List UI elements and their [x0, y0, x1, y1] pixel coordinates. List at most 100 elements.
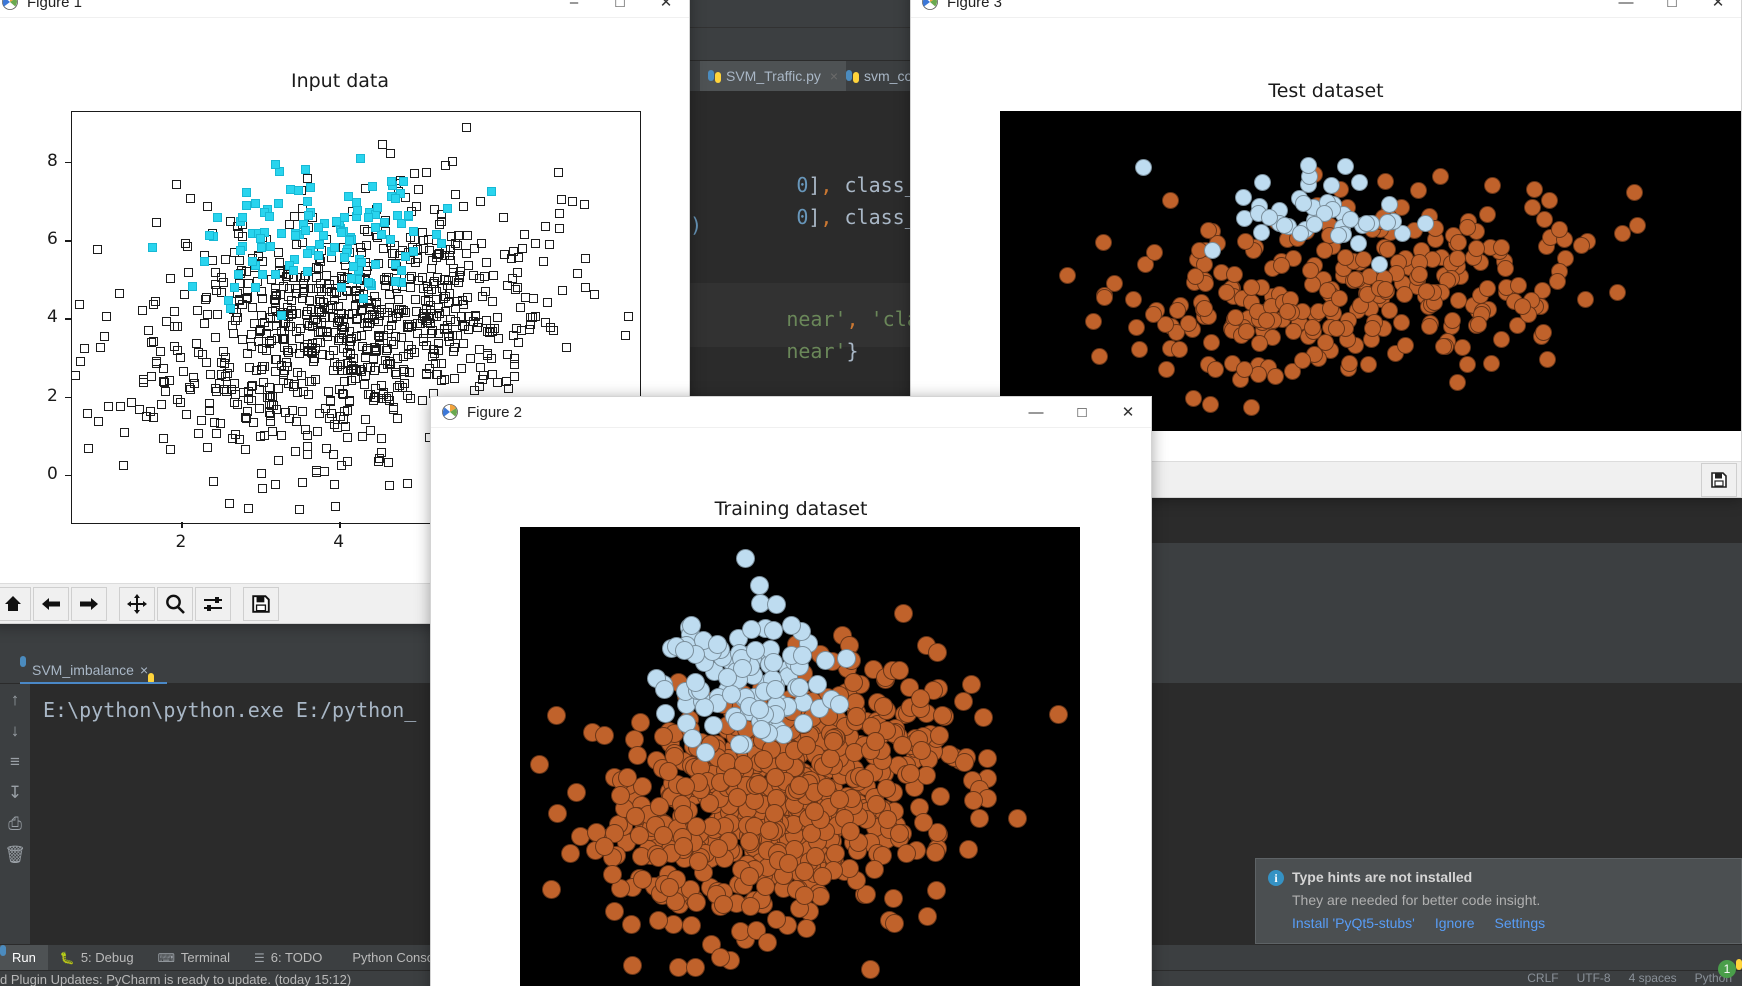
data-point-class0 [361, 352, 371, 362]
status-badge[interactable]: 1 [1718, 960, 1736, 978]
data-point-class1 [752, 719, 772, 739]
data-point-class0 [156, 400, 166, 410]
maximize-button[interactable]: □ [1059, 397, 1105, 428]
data-point-class0 [426, 264, 436, 274]
trash-icon[interactable]: 🗑 [0, 839, 30, 870]
figure2-window[interactable]: Figure 2 — □ ✕ Training dataset [430, 396, 1152, 986]
data-point-class0 [151, 296, 161, 306]
data-point-class1 [386, 177, 396, 187]
print-icon[interactable]: ⎙ [0, 808, 30, 839]
data-point-class0 [1049, 705, 1069, 725]
data-point-class0 [682, 915, 702, 935]
tool-button-run[interactable]: Run [0, 944, 48, 971]
data-point-class0 [275, 257, 285, 267]
tool-button-terminal[interactable]: ⌨ Terminal [146, 945, 242, 971]
minimize-button[interactable]: – [551, 0, 597, 18]
data-point-class1 [764, 621, 784, 641]
data-point-class0 [234, 255, 244, 265]
pan-move-icon[interactable] [119, 586, 155, 621]
maximize-button[interactable]: □ [597, 0, 643, 18]
forward-arrow-icon[interactable] [71, 586, 107, 621]
tool-button-debug[interactable]: 🐛 5: Debug [48, 945, 146, 971]
data-point-class0 [182, 410, 192, 420]
data-point-class0 [1226, 266, 1244, 284]
close-icon[interactable]: × [140, 662, 148, 678]
editor-tab-svm-traffic[interactable]: SVM_Traffic.py × [700, 61, 847, 91]
data-point-class0 [475, 196, 485, 206]
figure3-titlebar[interactable]: Figure 3 — □ ✕ [911, 0, 1741, 18]
data-point-class0 [158, 377, 168, 387]
data-point-class0 [309, 357, 319, 367]
data-point-class1 [302, 266, 312, 276]
data-point-class0 [481, 258, 491, 268]
data-point-class0 [437, 217, 447, 227]
figure2-canvas[interactable]: Training dataset [431, 428, 1151, 986]
data-point-class0 [1483, 354, 1501, 372]
run-tab-svm-imbalance[interactable]: SVM_imbalance × [20, 656, 154, 684]
data-point-class0 [621, 915, 641, 935]
data-point-class1 [358, 294, 368, 304]
arrow-up-icon[interactable]: ↑ [0, 684, 30, 715]
data-point-class0 [179, 290, 189, 300]
data-point-class0 [161, 316, 171, 326]
notification-subtitle: They are needed for better code insight. [1292, 892, 1541, 908]
close-button[interactable]: ✕ [1695, 0, 1741, 18]
minimize-button[interactable]: — [1603, 0, 1649, 18]
data-point-class0 [913, 813, 933, 833]
data-point-class1 [1350, 235, 1367, 253]
data-point-class0 [208, 256, 218, 266]
data-point-class0 [529, 755, 549, 775]
status-encoding[interactable]: UTF-8 [1577, 971, 1611, 985]
home-icon[interactable] [0, 586, 31, 621]
data-point-class0 [220, 385, 229, 395]
tool-button-label: Run [12, 950, 36, 965]
status-line-separator[interactable]: CRLF [1527, 971, 1558, 985]
save-disk-icon[interactable] [1701, 462, 1737, 497]
data-point-class0 [713, 894, 733, 914]
data-point-class0 [727, 787, 747, 807]
data-point-class0 [313, 427, 323, 437]
data-point-class0 [1449, 233, 1467, 251]
data-point-class1 [234, 270, 244, 280]
minimize-button[interactable]: — [1013, 397, 1059, 428]
data-point-class0 [243, 504, 253, 514]
scroll-to-end-icon[interactable]: ↧ [0, 777, 30, 808]
data-point-class0 [766, 909, 786, 929]
tool-button-todo[interactable]: ☰ 6: TODO [242, 945, 334, 971]
data-point-class0 [539, 257, 549, 267]
arrow-down-icon[interactable]: ↓ [0, 715, 30, 746]
maximize-button[interactable]: □ [1649, 0, 1695, 18]
data-point-class0 [212, 309, 222, 319]
status-indent[interactable]: 4 spaces [1629, 971, 1677, 985]
data-point-class0 [93, 245, 103, 255]
back-arrow-icon[interactable] [33, 586, 69, 621]
data-point-class0 [554, 167, 564, 177]
ignore-link[interactable]: Ignore [1435, 915, 1475, 931]
configure-subplots-icon[interactable] [195, 586, 231, 621]
figure3-canvas[interactable]: Test dataset [911, 18, 1741, 461]
zoom-magnifier-icon[interactable] [157, 586, 193, 621]
install-pyqt5-stubs-link[interactable]: Install 'PyQt5-stubs' [1292, 915, 1415, 931]
data-point-class0 [1548, 272, 1566, 290]
settings-link[interactable]: Settings [1495, 915, 1546, 931]
save-disk-icon[interactable] [243, 586, 279, 621]
data-point-class0 [519, 230, 529, 240]
data-point-class1 [765, 679, 785, 699]
data-point-class1 [390, 194, 400, 204]
data-point-class0 [96, 342, 106, 352]
notification-title: Type hints are not installed [1292, 869, 1473, 885]
editor-tab-svm-co[interactable]: svm_co [838, 61, 920, 91]
data-point-class0 [389, 340, 399, 350]
close-icon[interactable]: × [830, 68, 838, 84]
data-point-class0 [1294, 351, 1312, 369]
data-point-class0 [649, 797, 669, 817]
close-button[interactable]: ✕ [643, 0, 689, 18]
data-point-class0 [418, 272, 428, 282]
data-point-class0 [529, 294, 539, 304]
figure2-titlebar[interactable]: Figure 2 — □ ✕ [431, 397, 1151, 428]
data-point-class1 [368, 181, 378, 191]
close-button[interactable]: ✕ [1105, 397, 1151, 428]
soft-wrap-icon[interactable]: ≡ [0, 746, 30, 777]
figure1-titlebar[interactable]: Figure 1 – □ ✕ [0, 0, 689, 18]
data-point-class0 [1479, 279, 1497, 297]
